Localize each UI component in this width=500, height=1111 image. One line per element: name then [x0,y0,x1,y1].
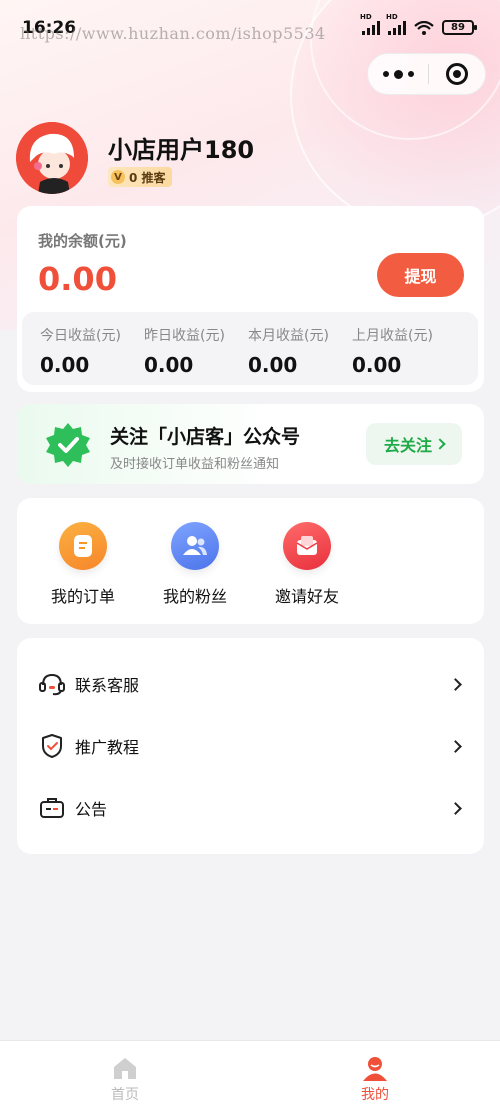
order-icon [59,522,107,570]
watermark-text: https://www.huzhan.com/ishop5534 [20,24,326,43]
verified-badge-icon [46,423,90,467]
home-icon [114,1058,136,1079]
earning-this-month: 本月收益(元) 0.00 [248,328,329,377]
shortcut-my-fans[interactable]: 我的粉丝 [139,498,251,624]
miniprogram-capsule [367,53,486,95]
more-options-icon[interactable] [368,54,428,94]
chevron-right-icon [449,801,462,815]
shortcut-grid: 我的订单 我的粉丝 邀请好友 [17,498,484,624]
follow-account-card[interactable]: 关注「小店客」公众号 及时接收订单收益和粉丝通知 去关注 [17,404,484,484]
menu-item-announcement[interactable]: 公告 [17,777,484,839]
menu-label: 联系客服 [75,676,140,695]
menu-item-customer-service[interactable]: 联系客服 [17,653,484,715]
customer-service-icon [39,671,65,697]
earnings-summary: 今日收益(元) 0.00 昨日收益(元) 0.00 本月收益(元) 0.00 上月收益… [22,312,478,385]
follow-title: 关注「小店客」公众号 [110,426,301,448]
shield-check-icon [39,733,65,759]
menu-label: 推广教程 [75,738,140,757]
balance-card: 我的余额(元) 0.00 提现 今日收益(元) 0.00 昨日收益(元) 0.00 … [17,206,484,392]
invite-icon [283,522,331,570]
announcement-icon [39,795,65,821]
menu-item-promotion-tutorial[interactable]: 推广教程 [17,715,484,777]
tab-home[interactable]: 首页 [0,1041,250,1111]
withdraw-button[interactable]: 提现 [377,253,464,297]
chevron-right-icon [449,677,462,691]
profile-icon [363,1057,387,1081]
signal-icon-2: HD [386,13,406,35]
close-target-icon[interactable] [429,63,485,85]
fans-icon [171,522,219,570]
avatar[interactable] [16,122,88,194]
balance-label: 我的余额(元) [38,232,127,250]
follow-subtitle: 及时接收订单收益和粉丝通知 [110,457,280,472]
earning-last-month: 上月收益(元) 0.00 [352,328,433,377]
menu-list: 联系客服 推广教程 公告 [17,638,484,854]
chevron-right-icon [434,438,446,450]
badge-text: 0 推客 [129,170,166,185]
signal-icon: HD [360,13,380,35]
tab-profile[interactable]: 我的 [250,1041,500,1111]
balance-value: 0.00 [38,260,117,298]
earning-yesterday: 昨日收益(元) 0.00 [144,328,225,377]
battery-icon: 89 [442,20,477,35]
earning-today: 今日收益(元) 0.00 [40,328,121,377]
level-badge: V 0 推客 [108,167,172,187]
follow-button-label: 去关注 [383,438,432,455]
chevron-right-icon [449,739,462,753]
status-bar: 16:26 https://www.huzhan.com/ishop5534 H… [0,0,500,60]
username: 小店用户180 [108,136,255,164]
tab-bar: 首页 我的 [0,1040,500,1111]
menu-label: 公告 [75,800,108,819]
wifi-icon [414,20,434,35]
vip-icon: V [111,170,125,184]
shortcut-my-orders[interactable]: 我的订单 [27,498,139,624]
follow-button[interactable]: 去关注 [366,423,462,465]
shortcut-invite-friends[interactable]: 邀请好友 [251,498,363,624]
